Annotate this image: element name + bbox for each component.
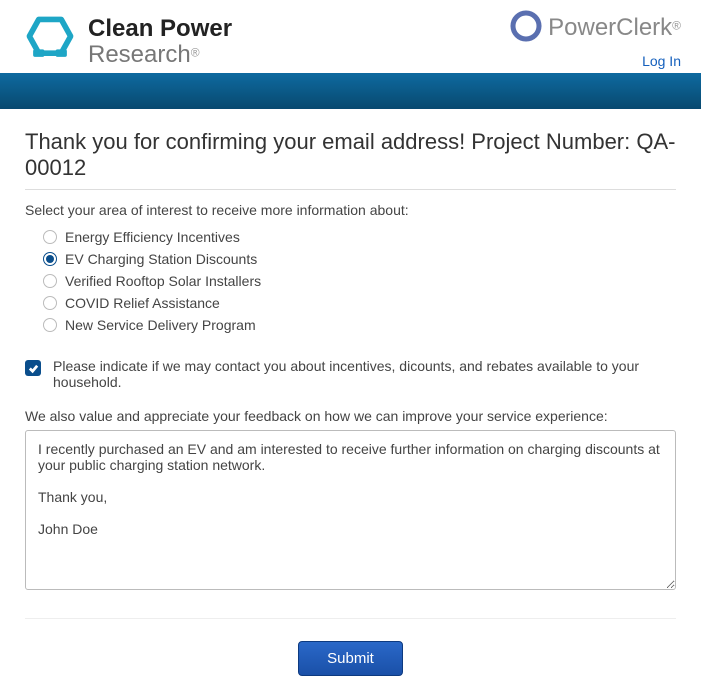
header: Clean Power Research® PowerClerk® Log In [0,0,701,73]
interest-label: Select your area of interest to receive … [25,202,676,218]
registered-mark: ® [191,45,200,59]
interest-radio-group: Energy Efficiency Incentives EV Charging … [43,226,676,336]
contact-checkbox[interactable] [25,360,41,376]
interest-option-label: COVID Relief Assistance [65,295,220,311]
recycle-plug-icon [20,10,80,73]
feedback-label: We also value and appreciate your feedba… [25,408,676,424]
radio-icon [43,230,57,244]
radio-icon [43,296,57,310]
contact-checkbox-label: Please indicate if we may contact you ab… [53,358,676,390]
interest-option-label: Energy Efficiency Incentives [65,229,240,245]
radio-icon [43,318,57,332]
interest-option-label: EV Charging Station Discounts [65,251,257,267]
submit-button[interactable]: Submit [298,641,403,676]
contact-checkbox-row: Please indicate if we may contact you ab… [25,358,676,390]
interest-option[interactable]: Energy Efficiency Incentives [43,226,676,248]
main-content: Thank you for confirming your email addr… [0,109,701,696]
nav-bar [0,73,701,109]
interest-option[interactable]: Verified Rooftop Solar Installers [43,270,676,292]
logo-text-line2: Research [88,41,191,68]
interest-option[interactable]: COVID Relief Assistance [43,292,676,314]
interest-option-label: New Service Delivery Program [65,317,256,333]
logo-powerclerk-block: PowerClerk® Log In [510,10,681,69]
powerclerk-icon [510,10,542,45]
radio-icon [43,252,57,266]
interest-option[interactable]: EV Charging Station Discounts [43,248,676,270]
page-title: Thank you for confirming your email addr… [25,129,676,190]
radio-icon [43,274,57,288]
interest-option[interactable]: New Service Delivery Program [43,314,676,336]
logo-text-line1: Clean Power [88,16,232,41]
login-link[interactable]: Log In [642,53,681,69]
powerclerk-text: PowerClerk [548,14,672,41]
feedback-textarea[interactable] [25,430,676,590]
logo-clean-power-research: Clean Power Research® [20,10,232,73]
interest-option-label: Verified Rooftop Solar Installers [65,273,261,289]
registered-mark: ® [672,18,681,32]
